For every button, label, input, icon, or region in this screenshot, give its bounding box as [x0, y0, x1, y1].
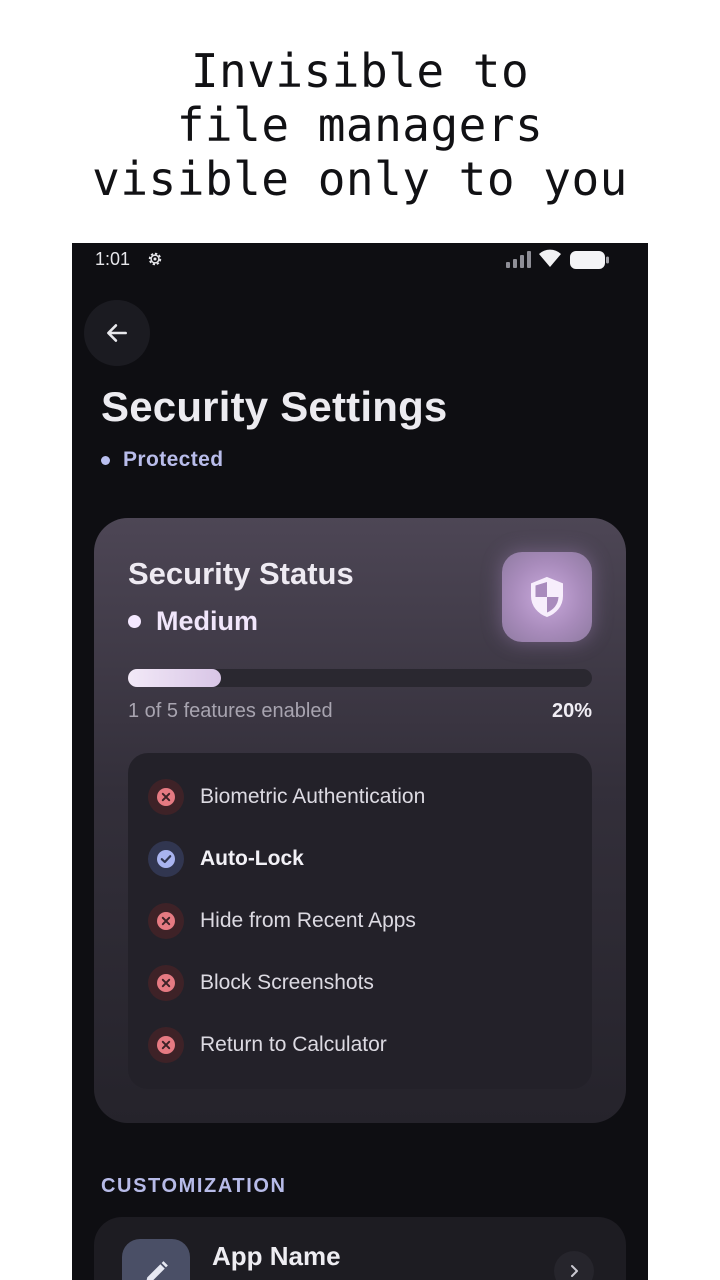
battery-icon: [570, 251, 609, 269]
list-item[interactable]: Biometric Authentication: [148, 777, 425, 817]
level-dot: [128, 615, 141, 628]
wifi-icon: [539, 249, 561, 267]
page-title: Security Settings: [101, 383, 448, 430]
protection-status: Protected: [101, 448, 223, 472]
back-button[interactable]: [84, 300, 150, 366]
status-time: 1:01: [95, 249, 131, 269]
list-item[interactable]: Block Screenshots: [148, 963, 374, 1003]
headline-line-3: visible only to you: [92, 152, 628, 206]
feature-label: Biometric Authentication: [200, 785, 426, 808]
signal-icon: [506, 251, 531, 268]
disabled-x-icon: [148, 903, 184, 939]
feature-label: Return to Calculator: [200, 1033, 387, 1056]
disabled-x-icon: [148, 1027, 184, 1063]
list-item[interactable]: Auto-Lock: [148, 839, 304, 879]
gear-icon: [148, 252, 162, 266]
security-progress-bar: [128, 669, 592, 687]
enabled-check-icon: [148, 841, 184, 877]
status-bar: 1:01: [72, 243, 648, 277]
status-dot: [101, 455, 110, 465]
section-label-customization: CUSTOMIZATION: [101, 1175, 287, 1197]
headline-line-2: file managers: [176, 98, 544, 152]
features-enabled-caption: 1 of 5 features enabled: [128, 700, 333, 722]
progress-fill: [128, 669, 221, 687]
security-level: Medium: [128, 606, 258, 637]
card-title: Security Status: [128, 556, 354, 591]
feature-label: Block Screenshots: [200, 971, 374, 994]
security-status-card: Security Status Medium 1 of 5 features e…: [94, 518, 626, 1123]
security-level-label: Medium: [156, 606, 259, 636]
progress-percent: 20%: [551, 700, 592, 722]
disabled-x-icon: [148, 779, 184, 815]
feature-list: Biometric Authentication Auto-Lock Hide …: [128, 753, 592, 1089]
shield-icon: [531, 576, 563, 618]
list-item[interactable]: Return to Calculator: [148, 1025, 387, 1065]
feature-label: Auto-Lock: [200, 847, 304, 870]
feature-label: Hide from Recent Apps: [200, 909, 416, 932]
disabled-x-icon: [148, 965, 184, 1001]
arrow-left-icon: [107, 324, 127, 342]
promo-headline: Invisible to file managers visible only …: [0, 44, 720, 206]
pencil-icon: [122, 1239, 190, 1280]
chevron-right-icon[interactable]: [554, 1251, 594, 1280]
phone-screen: 1:01 Security Settings Protected Securit…: [72, 243, 648, 1280]
headline-line-1: Invisible to: [190, 44, 530, 98]
list-item[interactable]: Hide from Recent Apps: [148, 901, 416, 941]
app-name-setting[interactable]: App Name: [94, 1217, 626, 1280]
shield-badge: [502, 552, 592, 642]
app-name-title: App Name: [212, 1241, 341, 1271]
protection-status-label: Protected: [123, 448, 224, 471]
